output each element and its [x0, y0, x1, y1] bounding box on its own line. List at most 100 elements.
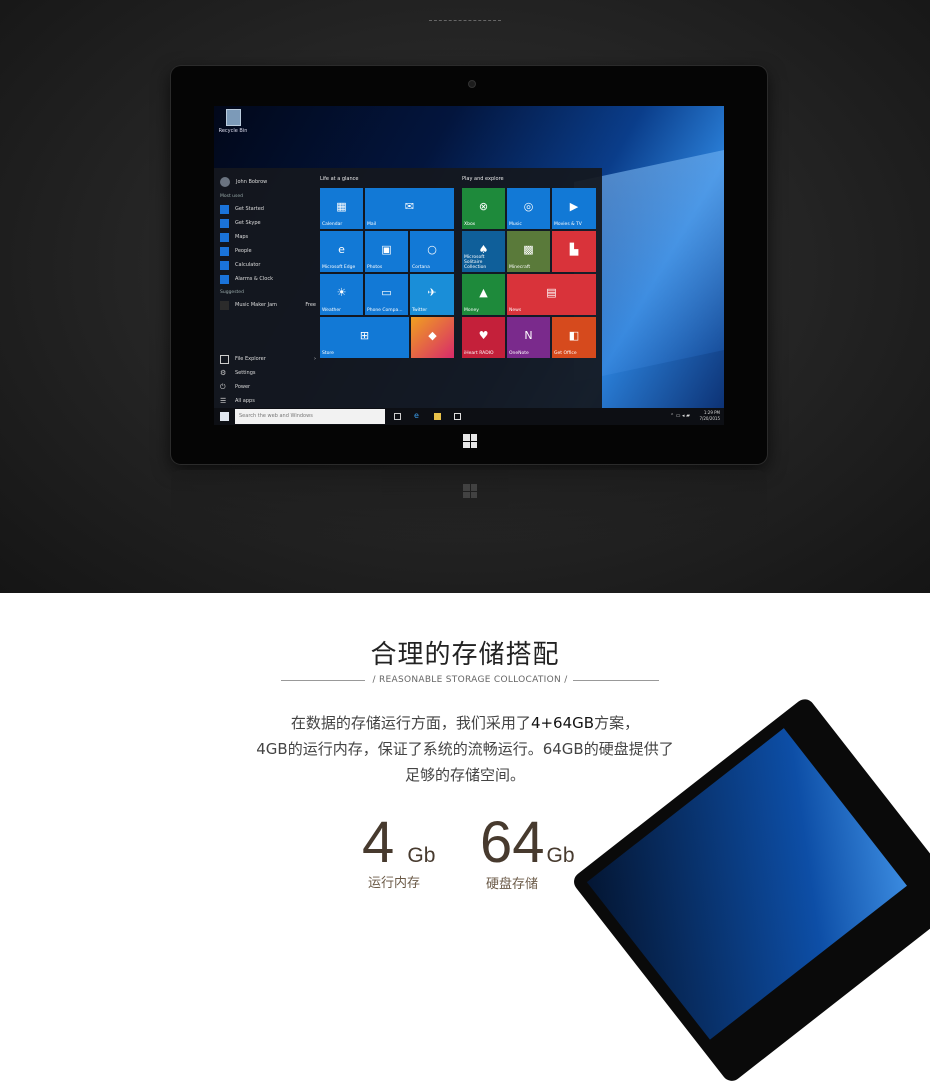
- ram-stat: 4 Gb: [362, 810, 436, 875]
- cards-icon: ♠: [478, 243, 489, 257]
- task-view-icon[interactable]: [394, 413, 401, 420]
- minecraft-icon: ▩: [523, 243, 534, 257]
- windows-home-button-icon[interactable]: [463, 434, 477, 448]
- tile-photos[interactable]: ▣ Photos: [365, 231, 408, 272]
- gear-icon: ⚙: [220, 368, 227, 377]
- tablet-screen: Recycle Bin John Bobrow Most used Get St…: [214, 106, 724, 425]
- section-subtitle: / REASONABLE STORAGE COLLOCATION /: [281, 672, 659, 688]
- start-item-people[interactable]: People: [220, 244, 316, 258]
- store-taskbar-icon[interactable]: [454, 413, 461, 420]
- store-icon: ⊞: [359, 329, 370, 343]
- people-icon: [220, 246, 229, 256]
- weather-icon: ☀: [336, 286, 347, 300]
- iheart-icon: ♥: [478, 329, 489, 343]
- windows-start-icon[interactable]: [220, 412, 229, 421]
- suggested-app[interactable]: Music Maker Jam Free: [220, 298, 316, 312]
- movies-icon: ▶: [569, 200, 579, 214]
- office-icon: ◧: [568, 329, 580, 343]
- description-line-2: 4GB的运行内存，保证了系统的流畅运行。64GB的硬盘提供了: [256, 740, 674, 758]
- tablet-reflection: [171, 470, 767, 540]
- start-item-settings[interactable]: ⚙ Settings: [220, 366, 316, 380]
- tile-money[interactable]: ▲ Money: [462, 274, 505, 315]
- calculator-icon: [220, 260, 229, 270]
- maps-icon: [220, 232, 229, 242]
- search-input[interactable]: Search the web and Windows: [235, 409, 385, 424]
- tile-cortana[interactable]: ○ Cortana: [410, 231, 454, 272]
- tile-news[interactable]: ▤ News: [507, 274, 596, 315]
- ram-stat-label: 运行内存: [368, 876, 421, 891]
- alarm-clock-icon: [220, 274, 229, 284]
- subtitle-rule-right: [573, 680, 659, 681]
- system-tray-icons[interactable]: ⌃ ▭ ◂ ▰: [670, 413, 690, 419]
- user-account[interactable]: John Bobrow: [220, 174, 316, 190]
- storage-stat-label: 硬盘存储: [486, 877, 539, 892]
- mail-icon: ✉: [404, 200, 415, 214]
- tablet-device: Recycle Bin John Bobrow Most used Get St…: [171, 66, 767, 464]
- avatar: [220, 177, 230, 187]
- group-life-at-a-glance: Life at a glance: [320, 176, 359, 182]
- twitter-icon: ✈: [427, 286, 437, 300]
- tile-onenote[interactable]: N OneNote: [507, 317, 550, 358]
- camera-icon: [468, 80, 476, 88]
- storage-stat: 64Gb: [480, 810, 575, 875]
- apps-icon: ☰: [220, 396, 227, 405]
- tile-solitaire[interactable]: ♠ Microsoft Solitaire Collection: [462, 231, 505, 272]
- hero-divider: [429, 20, 501, 21]
- calendar-icon: ▦: [336, 200, 347, 214]
- tile-music[interactable]: ◎ Music: [507, 188, 550, 229]
- edge-icon: e: [338, 243, 345, 257]
- tile-xbox[interactable]: ⊗ Xbox: [462, 188, 505, 229]
- start-item-file-explorer[interactable]: File Explorer ›: [220, 352, 316, 366]
- start-menu: John Bobrow Most used Get Started Get Sk…: [214, 168, 602, 408]
- start-menu-left-column: John Bobrow Most used Get Started Get Sk…: [220, 174, 316, 405]
- power-icon: ⏻: [220, 382, 226, 391]
- music-icon: ◎: [523, 200, 534, 214]
- tile-get-office[interactable]: ◧ Get Office: [552, 317, 596, 358]
- section-title: 合理的存储搭配: [370, 640, 560, 670]
- tile-weather[interactable]: ☀ Weather: [320, 274, 363, 315]
- tile-edge[interactable]: e Microsoft Edge: [320, 231, 363, 272]
- group-play-and-explore: Play and explore: [462, 176, 504, 182]
- start-item-get-started[interactable]: Get Started: [220, 202, 316, 216]
- recycle-bin-icon[interactable]: Recycle Bin: [218, 109, 248, 134]
- cortana-icon: ○: [427, 243, 437, 257]
- edge-taskbar-icon[interactable]: e: [414, 411, 421, 420]
- most-used-heading: Most used: [220, 194, 243, 199]
- tile-iheart-radio[interactable]: ♥ iHeart RADIO: [462, 317, 505, 358]
- start-item-alarms[interactable]: Alarms & Clock: [220, 272, 316, 286]
- start-item-calculator[interactable]: Calculator: [220, 258, 316, 272]
- get-started-icon: [220, 204, 229, 214]
- tile-movies-tv[interactable]: ▶ Movies & TV: [552, 188, 596, 229]
- start-item-power[interactable]: ⏻ Power: [220, 380, 316, 394]
- tile-twitter[interactable]: ✈ Twitter: [410, 274, 454, 315]
- hero-banner: Recycle Bin John Bobrow Most used Get St…: [0, 0, 930, 593]
- candy-icon: ◆: [428, 329, 437, 343]
- folder-icon: [220, 354, 229, 364]
- onenote-icon: N: [524, 329, 533, 343]
- tile-calendar[interactable]: ▦ Calendar: [320, 188, 363, 229]
- tile-mail[interactable]: ✉ Mail: [365, 188, 454, 229]
- tile-phone-companion[interactable]: ▭ Phone Compa...: [365, 274, 408, 315]
- xbox-icon: ⊗: [478, 200, 489, 214]
- windows-logo-reflection-icon: [463, 484, 477, 498]
- phone-icon: ▭: [381, 286, 392, 300]
- tile-store[interactable]: ⊞ Store: [320, 317, 409, 358]
- description-line-3: 足够的存储空间。: [404, 766, 525, 784]
- taskbar-clock[interactable]: 1:29 PM 7/20/2015: [699, 410, 720, 422]
- suggested-heading: Suggested: [220, 290, 244, 295]
- description-line-1: 在数据的存储运行方面，我们采用了4+64GB方案，: [290, 714, 640, 732]
- music-maker-icon: [220, 300, 229, 310]
- news-icon: ▤: [546, 286, 557, 300]
- tile-candy-crush[interactable]: ◆: [411, 317, 454, 358]
- start-item-maps[interactable]: Maps: [220, 230, 316, 244]
- skype-icon: [220, 218, 229, 228]
- money-icon: ▲: [479, 286, 488, 300]
- start-item-get-skype[interactable]: Get Skype: [220, 216, 316, 230]
- tile-minecraft[interactable]: ▩ Minecraft: [507, 231, 550, 272]
- tile-flipboard[interactable]: ▙: [552, 231, 596, 272]
- taskbar: Search the web and Windows e ⌃ ▭ ◂ ▰ 1:2…: [214, 408, 724, 425]
- flipboard-icon: ▙: [569, 243, 579, 257]
- file-explorer-icon[interactable]: [434, 413, 441, 420]
- photos-icon: ▣: [381, 243, 392, 257]
- start-item-all-apps[interactable]: ☰ All apps: [220, 394, 316, 408]
